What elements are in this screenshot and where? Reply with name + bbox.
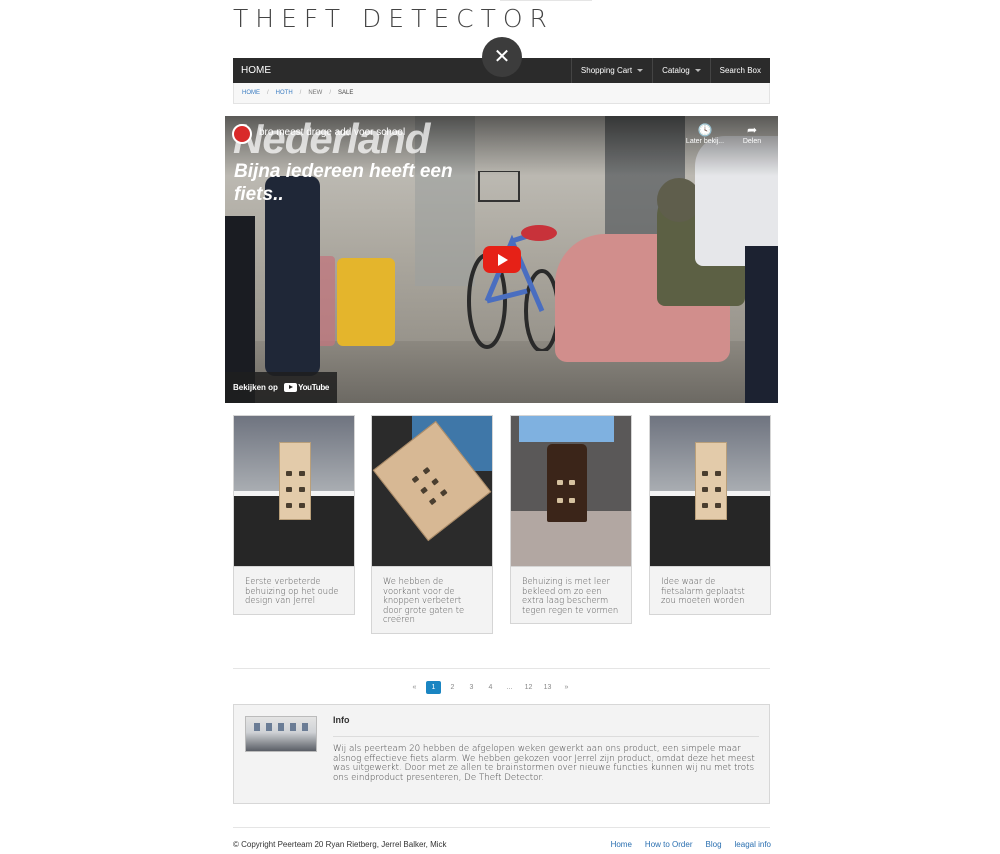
info-divider bbox=[333, 736, 759, 737]
watch-on-youtube-button[interactable]: Bekijken op YouTube bbox=[225, 372, 338, 403]
nav-search-box[interactable]: Search Box bbox=[709, 58, 770, 83]
content-divider bbox=[233, 668, 770, 669]
info-text: Wij als peerteam 20 hebben de afgelopen … bbox=[333, 744, 755, 783]
breadcrumb-separator: / bbox=[267, 90, 269, 96]
youtube-wordmark: YouTube bbox=[298, 383, 330, 392]
share-icon: ➦ bbox=[746, 123, 758, 137]
channel-avatar[interactable] bbox=[232, 124, 252, 144]
video-overlay-heading: Nederland bbox=[233, 116, 430, 162]
watch-later-button[interactable]: 🕓 Later bekij... bbox=[683, 122, 727, 145]
card-photo[interactable] bbox=[372, 416, 492, 567]
youtube-play-icon bbox=[284, 383, 298, 393]
nav-menu: Shopping Cart Catalog Search Box bbox=[570, 58, 770, 83]
video-frame-pedestrian bbox=[265, 176, 320, 376]
video-frame-dark-figure bbox=[745, 246, 778, 403]
chevron-down-icon bbox=[637, 69, 644, 73]
card-photo[interactable] bbox=[234, 416, 354, 567]
pagination-ellipsis: ... bbox=[506, 684, 513, 691]
youtube-logo: YouTube bbox=[284, 372, 329, 403]
pagination-page[interactable]: 4 bbox=[483, 681, 498, 694]
footer-link-blog[interactable]: Blog bbox=[706, 840, 722, 849]
close-button[interactable]: ✕ bbox=[482, 37, 522, 77]
nav-shopping-cart[interactable]: Shopping Cart bbox=[570, 58, 652, 83]
nav-catalog[interactable]: Catalog bbox=[652, 58, 710, 83]
gallery-card[interactable]: Behuizing is met leer bekleed om zo een … bbox=[510, 415, 632, 624]
share-label: Delen bbox=[742, 138, 762, 145]
breadcrumb: HOME / HOTH / NEW / SALE bbox=[233, 83, 770, 104]
footer-link-legal-info[interactable]: leagal info bbox=[735, 840, 771, 849]
info-thumbnail[interactable] bbox=[245, 716, 317, 752]
chevron-down-icon bbox=[694, 69, 701, 73]
footer-copyright: © Copyright Peerteam 20 Ryan Rietberg, J… bbox=[233, 840, 447, 849]
gallery-card[interactable]: We hebben de voorkant voor de knoppen ve… bbox=[371, 415, 493, 634]
pagination-page[interactable]: 3 bbox=[464, 681, 479, 694]
watch-later-label: Later bekij... bbox=[685, 138, 725, 145]
photo-monitor bbox=[519, 416, 614, 442]
pagination-next[interactable]: » bbox=[559, 681, 574, 694]
breadcrumb-hoth[interactable]: HOTH bbox=[276, 90, 293, 96]
info-panel: Info Wij als peerteam 20 hebben de afgel… bbox=[233, 704, 770, 804]
card-caption: Eerste verbeterde behuizing op het oude … bbox=[245, 576, 339, 605]
clock-icon: 🕓 bbox=[697, 123, 713, 137]
pagination-page[interactable]: 12 bbox=[521, 681, 536, 694]
card-caption: Behuizing is met leer bekleed om zo een … bbox=[522, 576, 619, 615]
gallery-card[interactable]: Idee waar de fietsalarm geplaatst zou mo… bbox=[649, 415, 771, 615]
pagination-prev[interactable]: « bbox=[407, 681, 422, 694]
breadcrumb-separator: / bbox=[299, 90, 302, 96]
top-divider bbox=[500, 0, 592, 1]
breadcrumb-home[interactable]: HOME bbox=[242, 90, 260, 96]
footer-divider bbox=[233, 827, 770, 828]
info-title: Info bbox=[333, 715, 350, 725]
card-caption: Idee waar de fietsalarm geplaatst zou mo… bbox=[661, 576, 745, 605]
pagination-page[interactable]: 13 bbox=[540, 681, 555, 694]
nav-home-link[interactable]: HOME bbox=[241, 58, 271, 83]
photo-wooden-housing bbox=[279, 442, 311, 520]
pagination: « 1 2 3 4 ... 12 13 » bbox=[405, 681, 576, 694]
pagination-page-current[interactable]: 1 bbox=[426, 681, 441, 694]
play-button[interactable] bbox=[483, 246, 521, 273]
video-frame-yellow-bag bbox=[337, 258, 395, 346]
pagination-page[interactable]: 2 bbox=[445, 681, 460, 694]
card-photo[interactable] bbox=[511, 416, 631, 567]
gallery-card[interactable]: Eerste verbeterde behuizing op het oude … bbox=[233, 415, 355, 615]
video-title[interactable]: bro meest droge add voor school bbox=[259, 127, 405, 138]
video-overlay-caption: Bijna iedereen heeft een fiets.. bbox=[234, 161, 453, 205]
footer-link-home[interactable]: Home bbox=[611, 840, 632, 849]
footer-link-how-to-order[interactable]: How to Order bbox=[645, 840, 693, 849]
photo-leather-housing bbox=[547, 444, 587, 522]
site-title: THEFT DETECTOR bbox=[233, 4, 554, 33]
youtube-video-embed[interactable]: Nederland Bijna iedereen heeft een fiets… bbox=[225, 116, 778, 403]
watch-on-label: Bekijken op bbox=[233, 383, 278, 392]
card-caption: We hebben de voorkant voor de knoppen ve… bbox=[383, 576, 465, 624]
breadcrumb-separator: / bbox=[329, 90, 332, 96]
footer-links: Home How to Order Blog leagal info bbox=[598, 840, 771, 849]
share-button[interactable]: ➦ Delen bbox=[730, 122, 774, 145]
breadcrumb-sale: SALE bbox=[338, 90, 354, 96]
breadcrumb-new[interactable]: NEW bbox=[308, 90, 322, 96]
card-photo[interactable] bbox=[650, 416, 770, 567]
photo-wooden-housing bbox=[695, 442, 727, 520]
